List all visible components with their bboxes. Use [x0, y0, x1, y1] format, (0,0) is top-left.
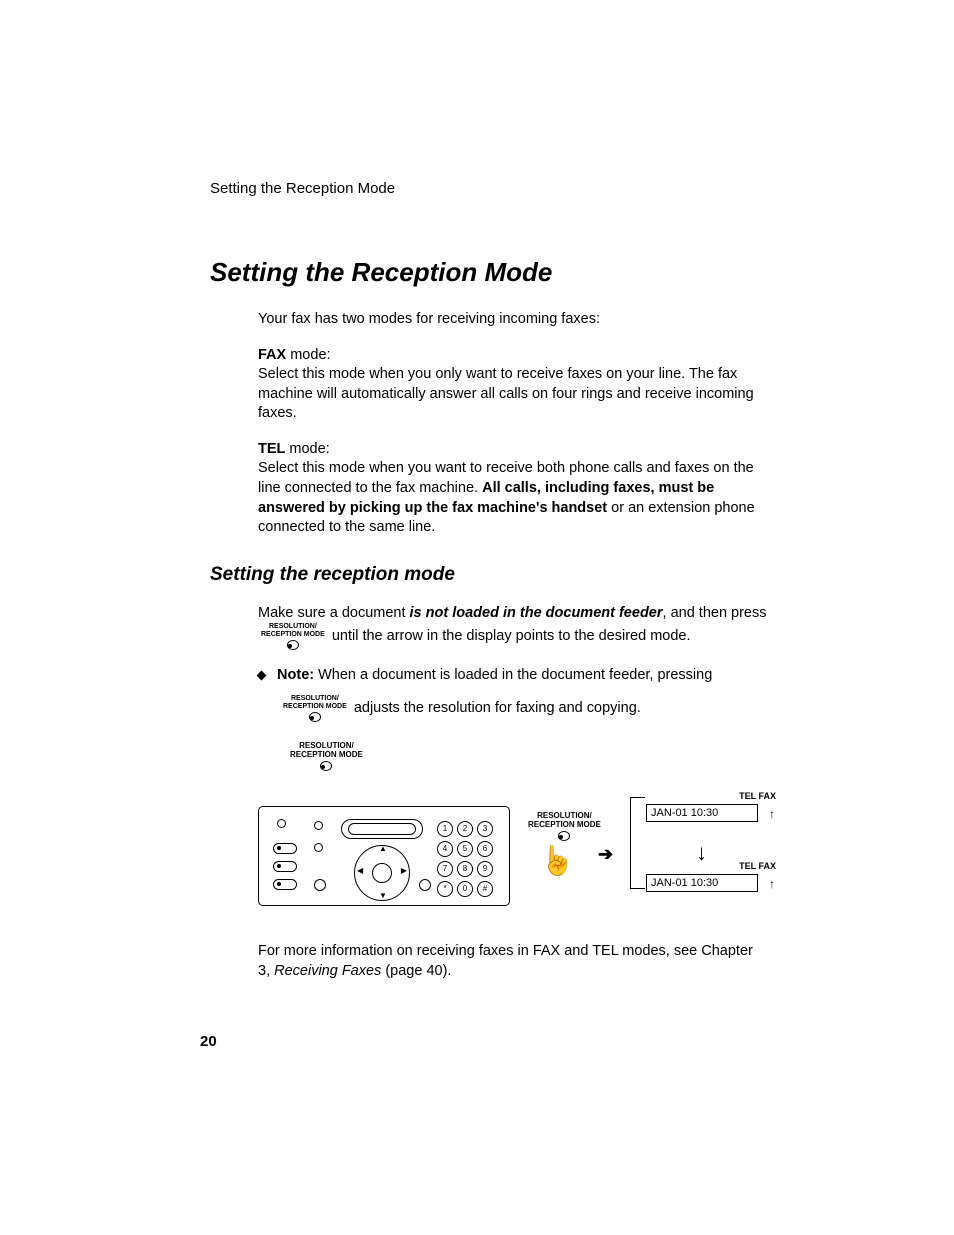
page-title: Setting the Reception Mode	[210, 257, 794, 288]
step-pre: Make sure a document	[258, 605, 410, 621]
press-hand-icon: ☝	[540, 842, 575, 880]
button-oval-icon	[309, 712, 321, 722]
running-header: Setting the Reception Mode	[210, 180, 794, 197]
tel-mode-label: TEL	[258, 441, 285, 457]
footer-text: For more information on receiving faxes …	[258, 942, 768, 981]
key-4: 4	[437, 841, 453, 857]
indicator-dot	[314, 879, 326, 891]
step-text: Make sure a document is not loaded in th…	[258, 604, 768, 650]
indicator-dot	[277, 819, 286, 828]
body: Your fax has two modes for receiving inc…	[258, 310, 768, 538]
resolution-reception-mode-callout: RESOLUTION/ RECEPTION MODE	[290, 742, 363, 771]
display-text: JAN-01 10:30	[651, 807, 718, 819]
btn-line2: RECEPTION MODE	[290, 750, 363, 759]
key-8: 8	[457, 861, 473, 877]
note-text-1: When a document is loaded in the documen…	[314, 667, 712, 683]
subheading: Setting the reception mode	[210, 564, 794, 586]
button-oval-icon	[287, 640, 299, 650]
lcd-screen	[341, 819, 423, 839]
key-1: 1	[437, 821, 453, 837]
key-star: *	[437, 881, 453, 897]
display-state-2: TEL FAX JAN-01 10:30 ↑	[646, 860, 776, 892]
fax-mode-suffix: mode:	[286, 347, 330, 363]
resolution-reception-mode-button-icon: RESOLUTION/ RECEPTION MODE	[283, 695, 347, 722]
display-header: TEL FAX	[646, 790, 776, 802]
step-mid: , and then press	[663, 605, 767, 621]
instruction-diagram: RESOLUTION/ RECEPTION MODE ▲ ▼ ◀ ▶	[238, 742, 798, 912]
connector-bracket	[630, 797, 645, 889]
btn-line2: RECEPTION MODE	[528, 820, 601, 829]
btn-line1: RESOLUTION/	[269, 623, 317, 630]
display-text: JAN-01 10:30	[651, 877, 718, 889]
machine-button	[273, 879, 297, 890]
display-box: JAN-01 10:30 ↑	[646, 874, 758, 892]
note-text-2: adjusts the resolution for faxing and co…	[354, 701, 641, 717]
resolution-reception-mode-press-label: RESOLUTION/ RECEPTION MODE	[528, 812, 601, 841]
button-oval-icon	[558, 831, 570, 841]
key-3: 3	[477, 821, 493, 837]
up-arrow-icon: ↑	[769, 876, 775, 892]
tel-mode-suffix: mode:	[285, 441, 329, 457]
resolution-reception-mode-button-icon: RESOLUTION/ RECEPTION MODE	[261, 623, 325, 650]
step-post: until the arrow in the display points to…	[332, 628, 691, 644]
footer-post: (page 40).	[381, 963, 451, 979]
intro-text: Your fax has two modes for receiving inc…	[258, 310, 768, 330]
machine-button	[273, 843, 297, 854]
indicator-dot	[314, 843, 323, 852]
fax-machine-illustration: ▲ ▼ ◀ ▶ 1 2 3 4 5 6 7 8 9 * 0	[258, 806, 510, 906]
diamond-bullet-icon	[257, 670, 267, 680]
indicator-dot	[314, 821, 323, 830]
numeric-keypad: 1 2 3 4 5 6 7 8 9 * 0 #	[437, 821, 493, 897]
display-state-1: TEL FAX JAN-01 10:30 ↑	[646, 790, 776, 822]
flow-arrow-right-icon: ➔	[598, 842, 613, 866]
btn-line2: RECEPTION MODE	[261, 631, 325, 638]
note-continuation: RESOLUTION/ RECEPTION MODE adjusts the r…	[280, 695, 768, 722]
key-7: 7	[437, 861, 453, 877]
key-hash: #	[477, 881, 493, 897]
page-number: 20	[200, 1033, 217, 1050]
step-emph: is not loaded in the document feeder	[410, 605, 663, 621]
indicator-dot	[419, 879, 431, 891]
page: Setting the Reception Mode Setting the R…	[0, 0, 954, 1235]
footer-ref: Receiving Faxes	[274, 963, 381, 979]
key-2: 2	[457, 821, 473, 837]
step-block: Make sure a document is not loaded in th…	[258, 604, 768, 982]
display-box: JAN-01 10:30 ↑	[646, 804, 758, 822]
fax-mode-body: Select this mode when you only want to r…	[258, 366, 754, 421]
tel-mode-section: TEL mode: Select this mode when you want…	[258, 440, 768, 538]
btn-line1: RESOLUTION/	[291, 695, 339, 702]
note-line: Note: When a document is loaded in the d…	[258, 666, 768, 686]
fax-mode-label: FAX	[258, 347, 286, 363]
key-6: 6	[477, 841, 493, 857]
display-header: TEL FAX	[646, 860, 776, 872]
nav-pad: ▲ ▼ ◀ ▶	[354, 845, 410, 901]
key-9: 9	[477, 861, 493, 877]
note-label: Note:	[277, 667, 314, 683]
btn-line2: RECEPTION MODE	[283, 703, 347, 710]
machine-button	[273, 861, 297, 872]
up-arrow-icon: ↑	[769, 806, 775, 822]
button-oval-icon	[320, 761, 332, 771]
key-5: 5	[457, 841, 473, 857]
key-0: 0	[457, 881, 473, 897]
fax-mode-section: FAX mode: Select this mode when you only…	[258, 346, 768, 424]
